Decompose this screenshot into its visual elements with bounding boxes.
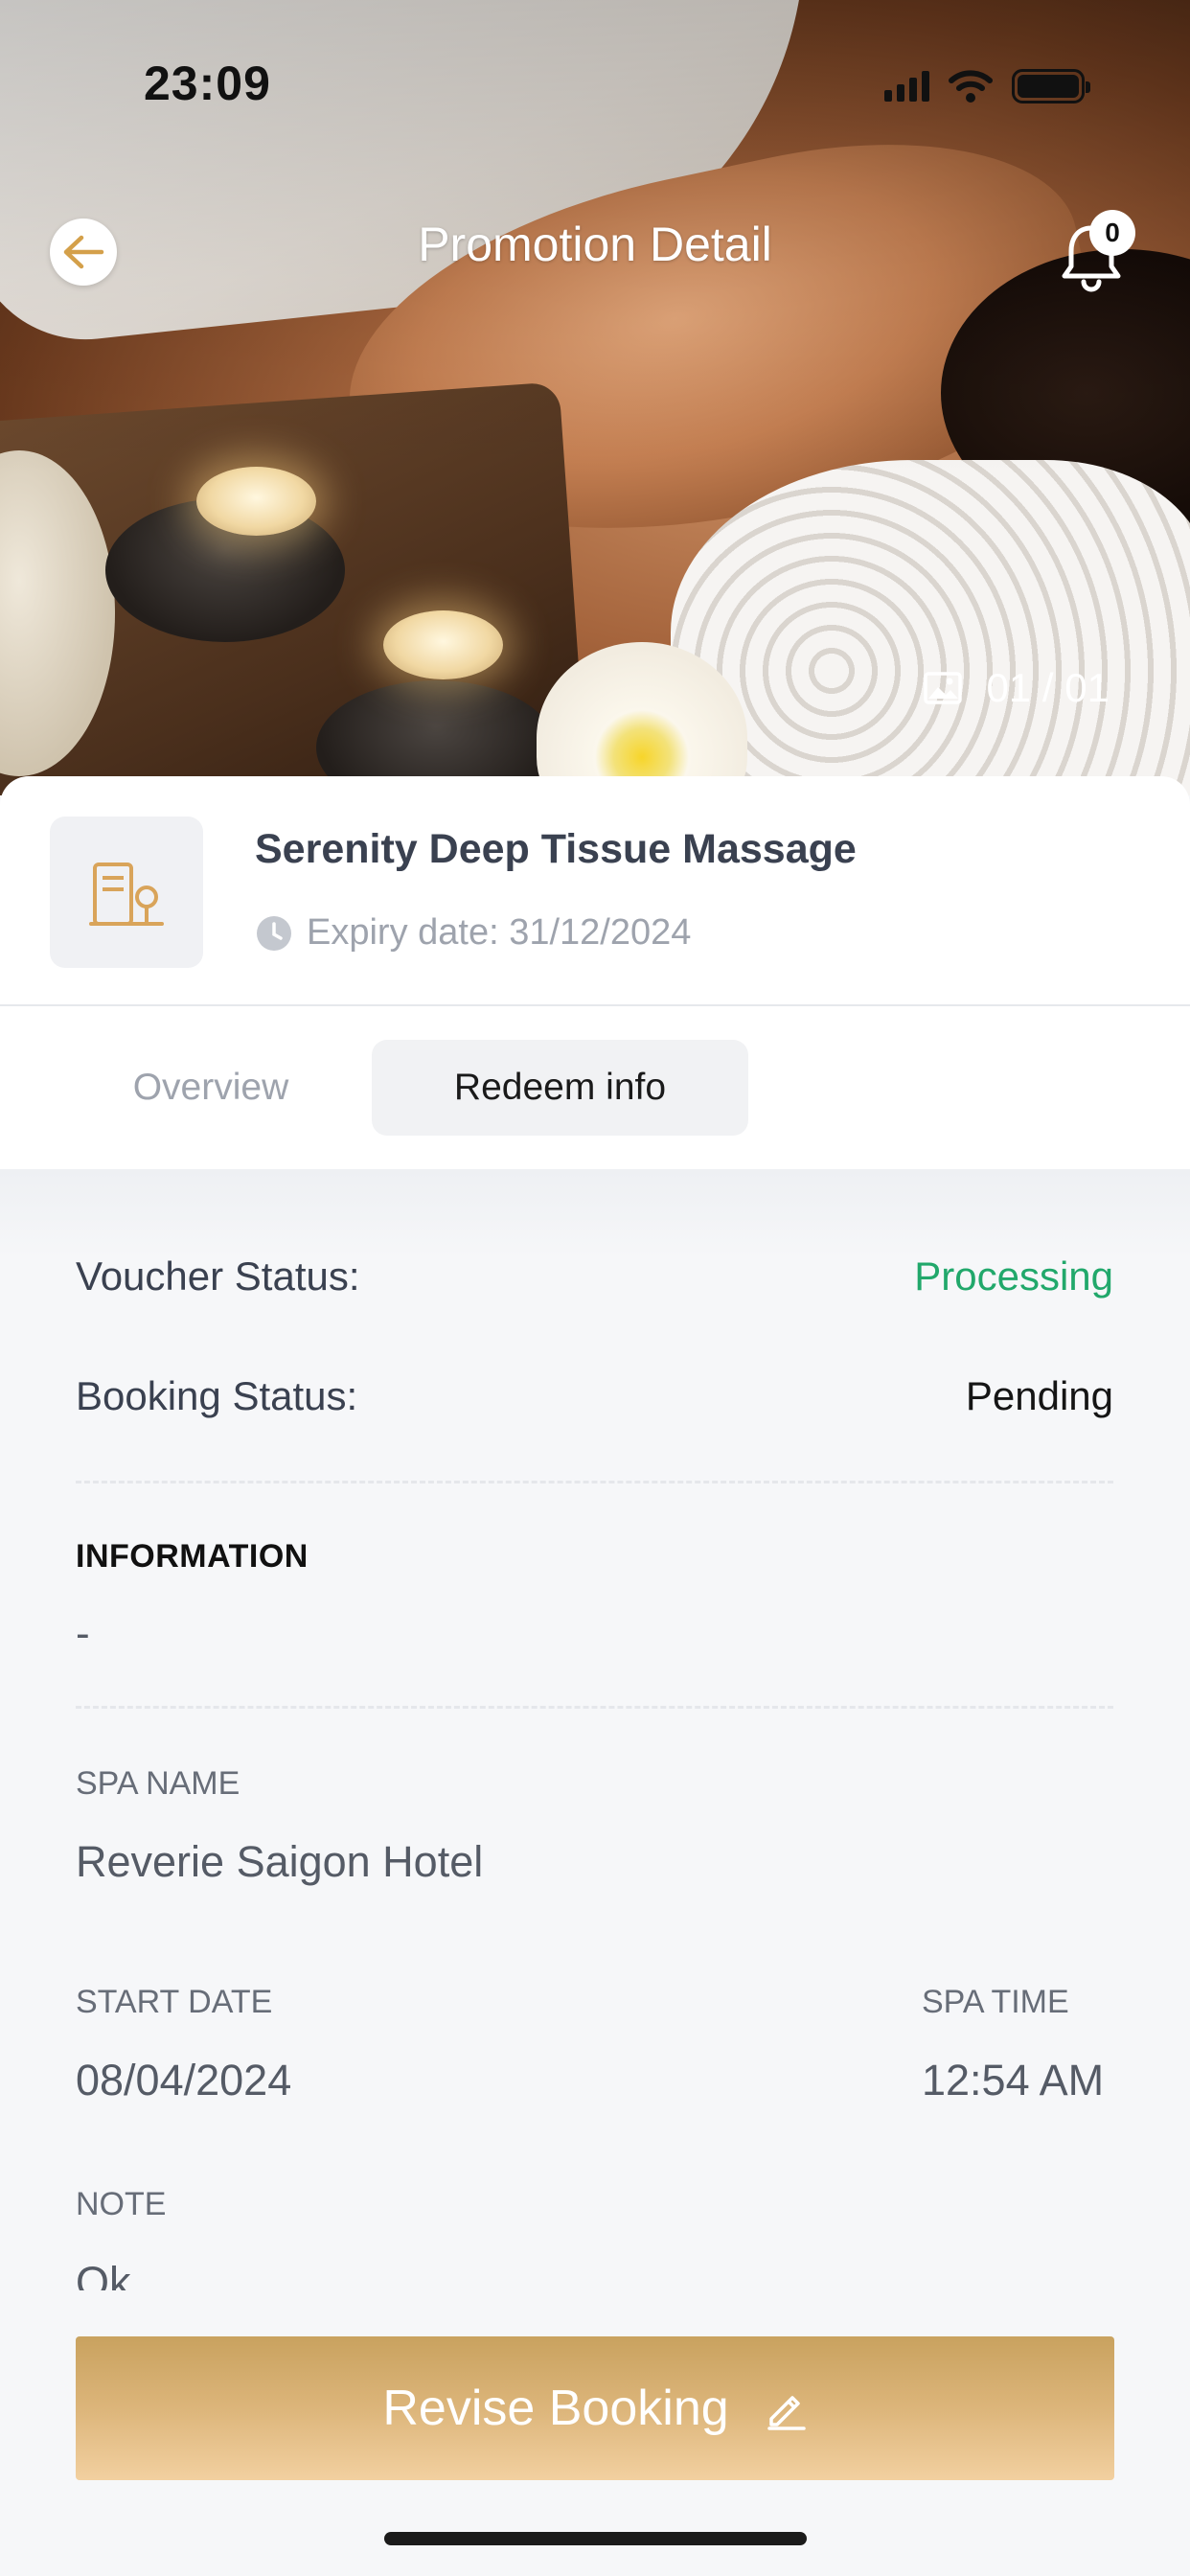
divider (76, 1706, 1113, 1709)
tab-overview[interactable]: Overview (96, 1040, 326, 1136)
voucher-status-value: Processing (914, 1254, 1113, 1299)
booking-status-label: Booking Status: (76, 1373, 358, 1418)
information-value: - (76, 1610, 90, 1657)
start-date-value: 08/04/2024 (76, 2056, 292, 2104)
information-heading: INFORMATION (76, 1538, 309, 1575)
tab-bar: Overview Redeem info (0, 1006, 1190, 1169)
merchant-logo (50, 816, 203, 968)
signal-icon (884, 71, 929, 102)
booking-status-value: Pending (965, 1373, 1113, 1418)
tab-redeem-info[interactable]: Redeem info (372, 1040, 748, 1136)
product-card: Serenity Deep Tissue Massage Expiry date… (0, 776, 1190, 1006)
pencil-icon (767, 2396, 806, 2430)
image-counter: 01 / 01 (923, 665, 1110, 711)
spa-name-label: SPA NAME (76, 1765, 240, 1802)
clock-icon (257, 915, 291, 951)
spa-name-value: Reverie Saigon Hotel (76, 1837, 484, 1886)
spa-time-label: SPA TIME (922, 1984, 1069, 2020)
redeem-info-panel: Voucher Status: Processing Booking Statu… (0, 1169, 1190, 2290)
image-icon (923, 672, 962, 704)
battery-icon (1012, 69, 1090, 104)
divider (76, 1481, 1113, 1484)
revise-booking-label: Revise Booking (382, 2380, 729, 2436)
expiry-date: Expiry date: 31/12/2024 (255, 912, 691, 954)
status-time: 23:09 (144, 57, 271, 110)
spa-time-value: 12:54 AM (922, 2056, 1105, 2104)
wifi-icon (949, 70, 993, 103)
voucher-status-row: Voucher Status: Processing (76, 1254, 1113, 1300)
note-value: Ok (76, 2258, 131, 2290)
voucher-status-label: Voucher Status: (76, 1254, 360, 1299)
building-icon (89, 862, 164, 926)
page-title: Promotion Detail (418, 218, 772, 271)
product-name: Serenity Deep Tissue Massage (255, 826, 857, 872)
revise-booking-button[interactable]: Revise Booking (76, 2336, 1114, 2480)
note-label: NOTE (76, 2186, 167, 2222)
expiry-text: Expiry date: 31/12/2024 (307, 912, 692, 953)
booking-status-row: Booking Status: Pending (76, 1373, 1113, 1419)
image-counter-text: 01 / 01 (986, 665, 1110, 710)
notification-badge: 0 (1089, 210, 1135, 256)
status-icons (884, 67, 1090, 105)
home-indicator (384, 2532, 807, 2545)
start-date-label: START DATE (76, 1984, 273, 2020)
